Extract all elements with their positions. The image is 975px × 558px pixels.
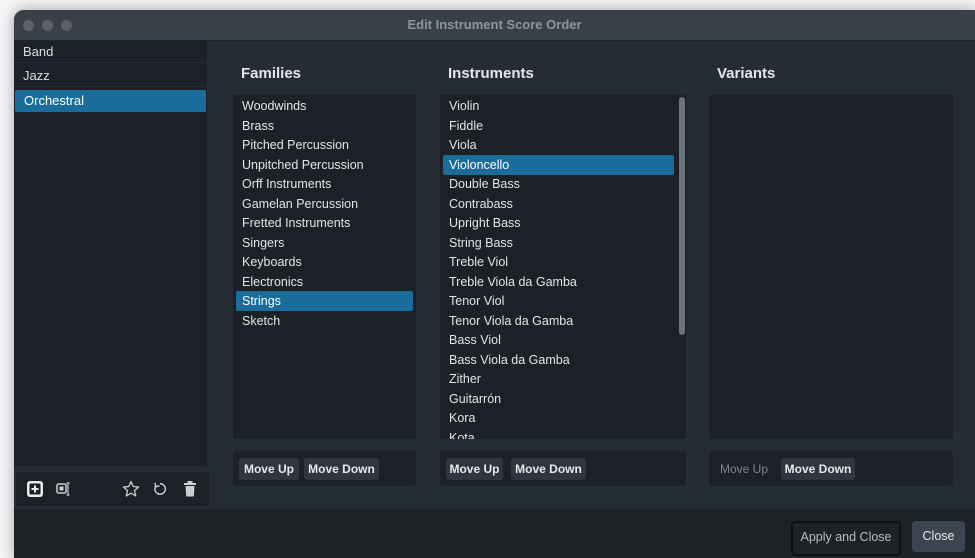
dialog-footer: Apply and Close Close [14,509,975,558]
sidebar-toolbar [16,472,209,506]
instrument-item[interactable]: Bass Viola da Gamba [443,350,674,370]
variants-move-up-button[interactable]: Move Up [713,458,775,480]
apply-and-close-button[interactable]: Apply and Close [791,521,901,556]
trash-icon[interactable] [182,480,198,503]
family-item-brass[interactable]: Brass [236,116,413,136]
score-order-sidebar: Band Jazz Orchestral [14,41,207,466]
instrument-item[interactable]: Viola [443,135,674,155]
sidebar-item-jazz[interactable]: Jazz [14,65,207,87]
family-item-orff-instruments[interactable]: Orff Instruments [236,174,413,194]
instrument-item[interactable]: Tenor Viol [443,291,674,311]
instrument-item[interactable]: Fiddle [443,116,674,136]
family-item-woodwinds[interactable]: Woodwinds [236,96,413,116]
instruments-list: Violin Fiddle Viola Violoncello Double B… [440,95,686,439]
instrument-item[interactable]: Tenor Viola da Gamba [443,311,674,331]
variants-button-bar: Move Up Move Down [709,451,953,486]
add-icon[interactable] [26,480,44,503]
instrument-item-selected[interactable]: Violoncello [443,155,674,175]
window-title: Edit Instrument Score Order [407,17,582,32]
family-item-keyboards[interactable]: Keyboards [236,252,413,272]
sidebar-item-band[interactable]: Band [14,41,207,63]
instrument-item[interactable]: Bass Viol [443,330,674,350]
family-item-fretted-instruments[interactable]: Fretted Instruments [236,213,413,233]
instrument-item[interactable]: Double Bass [443,174,674,194]
title-bar: Edit Instrument Score Order [14,10,975,41]
rename-icon[interactable] [56,481,72,502]
instruments-move-down-button[interactable]: Move Down [511,458,586,480]
family-item-strings[interactable]: Strings [236,291,413,311]
instruments-scrollbar[interactable] [679,97,685,335]
edit-score-order-window: Edit Instrument Score Order Band Jazz Or… [14,10,975,558]
star-icon[interactable] [122,480,140,503]
instrument-item[interactable]: String Bass [443,233,674,253]
instrument-item[interactable]: Violin [443,96,674,116]
family-item-gamelan-percussion[interactable]: Gamelan Percussion [236,194,413,214]
variants-heading: Variants [717,65,776,82]
families-move-up-button[interactable]: Move Up [239,458,299,480]
variants-list [709,95,953,439]
instruments-move-up-button[interactable]: Move Up [446,458,503,480]
families-move-down-button[interactable]: Move Down [304,458,379,480]
family-item-pitched-percussion[interactable]: Pitched Percussion [236,135,413,155]
families-heading: Families [241,65,302,82]
instrument-item[interactable]: Kora [443,408,674,428]
instrument-item[interactable]: Upright Bass [443,213,674,233]
family-item-sketch[interactable]: Sketch [236,311,413,331]
families-button-bar: Move Up Move Down [233,451,416,486]
families-list: Woodwinds Brass Pitched Percussion Unpit… [233,95,416,439]
instrument-item[interactable]: Guitarrón [443,389,674,409]
instrument-item[interactable]: Zither [443,369,674,389]
reset-icon[interactable] [152,481,168,502]
instruments-button-bar: Move Up Move Down [440,451,686,486]
close-button[interactable]: Close [912,521,965,552]
sidebar-item-orchestral[interactable]: Orchestral [15,90,206,112]
family-item-singers[interactable]: Singers [236,233,413,253]
family-item-unpitched-percussion[interactable]: Unpitched Percussion [236,155,413,175]
instrument-item[interactable]: Contrabass [443,194,674,214]
instrument-item[interactable]: Treble Viol [443,252,674,272]
instrument-item[interactable]: Kota [443,428,674,439]
instrument-item[interactable]: Treble Viola da Gamba [443,272,674,292]
family-item-electronics[interactable]: Electronics [236,272,413,292]
variants-move-down-button[interactable]: Move Down [781,458,855,480]
instruments-heading: Instruments [448,65,534,82]
